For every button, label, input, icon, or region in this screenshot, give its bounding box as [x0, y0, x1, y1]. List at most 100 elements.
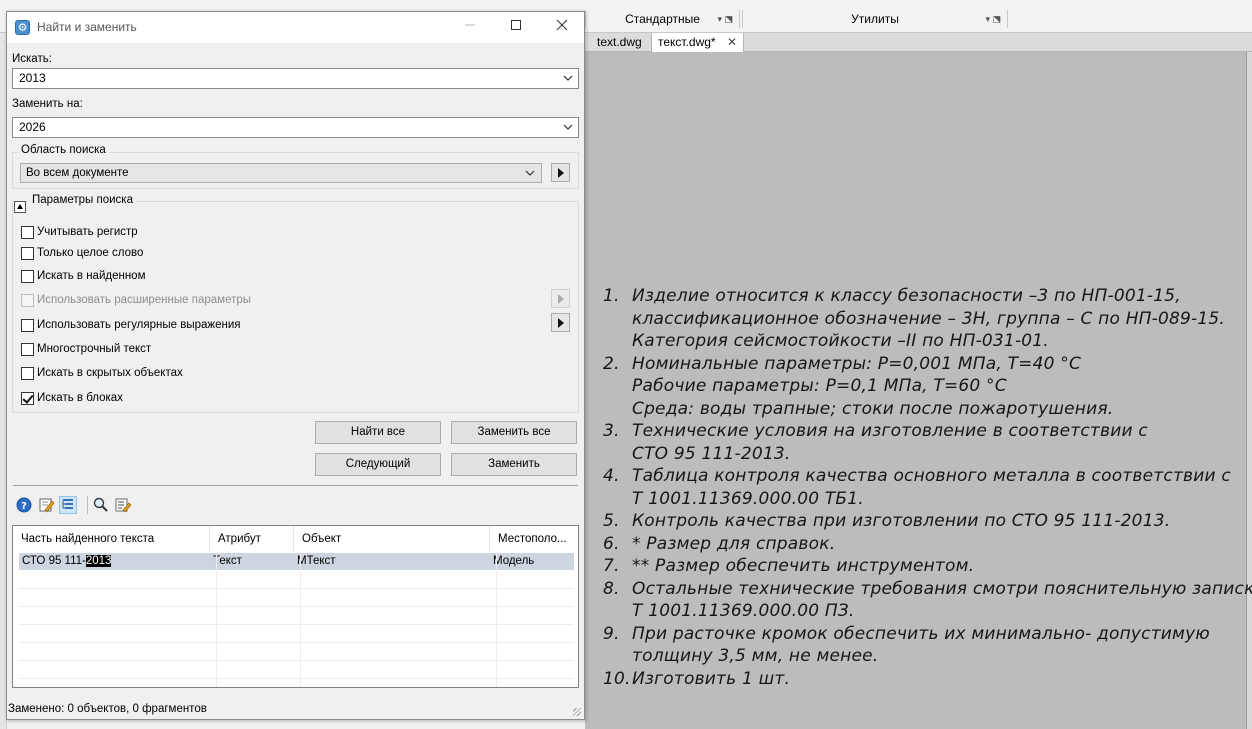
note-line: Остальные технические требования смотри …	[632, 578, 1252, 599]
maximize-icon[interactable]	[493, 12, 539, 43]
collapse-params-button[interactable]	[14, 201, 26, 213]
scope-group-title: Область поиска	[18, 144, 109, 156]
grid-line	[19, 606, 574, 607]
cell-found-text: СТО 95 111-2013	[19, 553, 209, 570]
note-line: толщину 3,5 мм, не менее.	[632, 646, 879, 666]
edit-icon[interactable]	[37, 496, 55, 514]
column-header-location[interactable]: Местополо...	[490, 526, 578, 552]
note-number: 3.	[603, 421, 620, 441]
status-bar: Заменено: 0 объектов, 0 фрагментов	[8, 703, 207, 715]
note-number: 10.	[603, 668, 631, 689]
tab-text-dwg[interactable]: text.dwg	[591, 33, 648, 52]
regex-menu-button[interactable]	[551, 313, 570, 332]
grid-line	[19, 624, 574, 625]
note-line: * Размер для справок.	[632, 533, 836, 554]
ribbon-dropdown-icon[interactable]: ▾ ⬔	[985, 10, 1001, 28]
checkbox[interactable]	[21, 294, 34, 307]
note-line: Изделие относится к классу безопасности …	[632, 286, 1181, 306]
svg-text:?: ?	[21, 501, 27, 512]
table-row[interactable]: СТО 95 111-2013 Текст МТекст Модель	[19, 553, 574, 570]
play-icon	[558, 318, 564, 328]
close-icon[interactable]: ✕	[727, 35, 737, 49]
params-group-title: Параметры поиска	[29, 194, 136, 206]
results-list[interactable]: Часть найденного текста Атрибут Объект М…	[12, 525, 579, 688]
found-text-match: 2013	[85, 555, 112, 567]
note-number: 8.	[603, 578, 620, 599]
close-icon[interactable]	[539, 12, 585, 43]
note-line: Изготовить 1 шт.	[632, 668, 791, 689]
tree-icon[interactable]	[59, 496, 77, 514]
column-header-object[interactable]: Объект	[294, 526, 490, 552]
note-item: 10. Изготовить 1 шт.	[600, 668, 1240, 691]
grid-line	[216, 552, 217, 687]
ribbon-group-utilities[interactable]: Утилиты ▾ ⬔	[742, 10, 1008, 28]
checkbox[interactable]	[21, 247, 34, 260]
help-icon[interactable]: ?	[15, 496, 33, 514]
checkbox[interactable]	[21, 270, 34, 283]
ribbon-dropdown-icon[interactable]: ▾ ⬔	[717, 10, 733, 28]
cell-object: МТекст	[297, 555, 336, 567]
note-line: Категория сейсмостойкости –II по НП-031-…	[632, 331, 1049, 351]
dialog-titlebar[interactable]: ⚙ Найти и заменить	[7, 12, 584, 43]
scope-value: Во всем документе	[26, 167, 129, 179]
find-input[interactable]: 2013	[12, 68, 579, 89]
option-label: Многострочный текст	[37, 343, 152, 355]
note-number: 1.	[603, 286, 620, 306]
checkbox[interactable]	[21, 343, 34, 356]
next-button[interactable]: Следующий	[315, 453, 441, 476]
column-header-text[interactable]: Часть найденного текста	[13, 526, 210, 552]
note-line: Т 1001.11369.000.00 ПЗ.	[632, 601, 855, 621]
grid-line	[496, 552, 497, 687]
note-item: 6. * Размер для справок.	[600, 533, 1240, 556]
note-item: 5. Контроль качества при изготовлении по …	[600, 510, 1240, 533]
chevron-down-icon[interactable]	[524, 167, 536, 179]
document-tabs: text.dwg текст.dwg* ✕	[585, 33, 1252, 52]
cell-attribute: Текст	[213, 555, 242, 567]
checkbox[interactable]	[21, 392, 34, 405]
replace-all-button[interactable]: Заменить все	[451, 421, 577, 444]
canvas-scrollbar[interactable]	[1246, 52, 1252, 729]
note-number: 5.	[603, 511, 620, 531]
dialog-title: Найти и заменить	[37, 20, 137, 34]
ribbon-group-utilities-label: Утилиты	[851, 12, 899, 26]
toolbar-separator	[87, 496, 88, 514]
grid-line	[19, 642, 574, 643]
chevron-down-icon[interactable]	[562, 72, 574, 84]
find-replace-dialog: ⚙ Найти и заменить Искать: 2013 Заменить…	[6, 11, 585, 720]
grid-line	[19, 678, 574, 679]
minimize-icon[interactable]	[447, 12, 493, 43]
play-icon	[558, 168, 564, 178]
note-line: Таблица контроля качества основного мета…	[632, 466, 1231, 486]
app-icon: ⚙	[15, 20, 30, 35]
note-line: Рабочие параметры: Р=0,1 МПа, Т=60 °С	[632, 376, 1007, 396]
scope-select[interactable]: Во всем документе	[20, 163, 542, 183]
drawing-notes: 1. Изделие относится к классу безопасност…	[600, 285, 1252, 691]
note-item: 2. Номинальные параметры: Р=0,001 МПа, Т=…	[600, 353, 1240, 421]
tab-tekst-dwg[interactable]: текст.dwg* ✕	[651, 33, 745, 52]
note-number: 2.	[603, 353, 620, 374]
replace-label: Заменить на:	[12, 98, 83, 110]
grid-line	[19, 588, 574, 589]
note-line: Технические условия на изготовление в со…	[632, 421, 1148, 441]
checkbox[interactable]	[21, 226, 34, 239]
find-all-button[interactable]: Найти все	[315, 421, 441, 444]
resize-grip-icon[interactable]	[573, 708, 581, 716]
note-item: 1. Изделие относится к классу безопасност…	[600, 285, 1240, 353]
properties-icon[interactable]	[114, 496, 132, 514]
grid-line	[300, 552, 301, 687]
checkbox[interactable]	[21, 367, 34, 380]
note-line: Номинальные параметры: Р=0,001 МПа, Т=40…	[632, 353, 1082, 374]
option-label: Использовать расширенные параметры	[37, 294, 252, 306]
zoom-icon[interactable]	[92, 496, 110, 514]
option-label: Только целое слово	[37, 247, 144, 259]
replace-input[interactable]: 2026	[12, 117, 579, 138]
checkbox[interactable]	[21, 319, 34, 332]
chevron-down-icon[interactable]	[562, 121, 574, 133]
ribbon-group-standard[interactable]: Стандартные ▾ ⬔	[585, 10, 740, 28]
replace-button[interactable]: Заменить	[451, 453, 577, 476]
note-number: 6.	[603, 533, 620, 554]
advanced-params-button[interactable]	[551, 289, 570, 308]
note-item: 3. Технические условия на изготовление в …	[600, 420, 1240, 465]
column-header-attribute[interactable]: Атрибут	[210, 526, 294, 552]
scope-select-objects-button[interactable]	[551, 163, 570, 182]
